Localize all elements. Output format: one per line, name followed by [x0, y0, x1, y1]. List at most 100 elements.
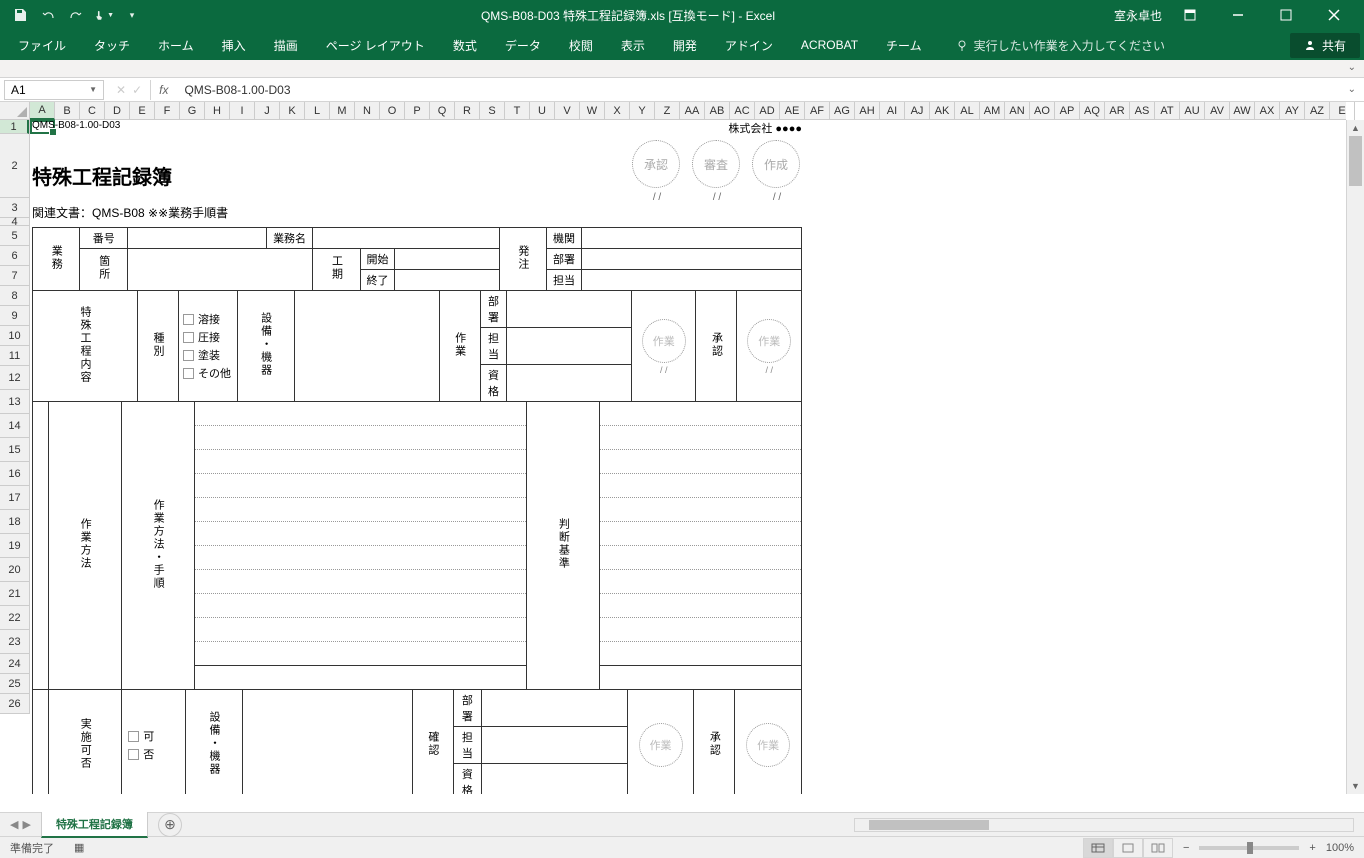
checkbox-hi[interactable]: 否 [128, 745, 179, 763]
tell-me-search[interactable]: 実行したい作業を入力してください [956, 37, 1165, 54]
formula-expand-icon[interactable]: ⌄ [1340, 84, 1364, 95]
row-header[interactable]: 17 [0, 486, 29, 510]
row-header[interactable]: 21 [0, 582, 29, 606]
row-header[interactable]: 8 [0, 286, 29, 306]
col-header[interactable]: D [105, 102, 130, 120]
row-header[interactable]: 6 [0, 246, 29, 266]
row-header[interactable]: 4 [0, 218, 29, 226]
row-header[interactable]: 18 [0, 510, 29, 534]
col-header[interactable]: H [205, 102, 230, 120]
row-header[interactable]: 1 [0, 120, 29, 134]
view-page-layout-icon[interactable] [1113, 838, 1143, 858]
col-header[interactable]: AE [780, 102, 805, 120]
col-header[interactable]: P [405, 102, 430, 120]
undo-icon[interactable] [38, 5, 58, 25]
col-header[interactable]: AV [1205, 102, 1230, 120]
ribbon-tab-開発[interactable]: 開発 [659, 30, 711, 60]
checkbox-圧接[interactable]: 圧接 [183, 328, 233, 346]
cancel-formula-icon[interactable]: ✕ [116, 83, 126, 97]
touch-mode-icon[interactable]: ▼ [94, 5, 114, 25]
column-headers[interactable]: ABCDEFGHIJKLMNOPQRSTUVWXYZAAABACADAEAFAG… [30, 102, 1346, 120]
col-header[interactable]: U [530, 102, 555, 120]
col-header[interactable]: AF [805, 102, 830, 120]
col-header[interactable]: W [580, 102, 605, 120]
col-header[interactable]: B [55, 102, 80, 120]
col-header[interactable]: AN [1005, 102, 1030, 120]
col-header[interactable]: L [305, 102, 330, 120]
zoom-in-icon[interactable]: + [1309, 842, 1315, 854]
row-header[interactable]: 2 [0, 134, 29, 198]
ribbon-tab-描画[interactable]: 描画 [260, 30, 312, 60]
vertical-scrollbar[interactable]: ▲ ▼ [1346, 120, 1364, 794]
zoom-level[interactable]: 100% [1326, 842, 1354, 854]
col-header[interactable]: Y [630, 102, 655, 120]
close-icon[interactable] [1314, 1, 1354, 29]
col-header[interactable]: AX [1255, 102, 1280, 120]
name-box[interactable]: A1 ▼ [4, 80, 104, 100]
ribbon-tab-校閲[interactable]: 校閲 [555, 30, 607, 60]
col-header[interactable]: AS [1130, 102, 1155, 120]
col-header[interactable]: AZ [1305, 102, 1330, 120]
scroll-thumb[interactable] [1349, 136, 1362, 186]
col-header[interactable]: AU [1180, 102, 1205, 120]
horizontal-scrollbar[interactable] [854, 818, 1354, 832]
add-sheet-button[interactable]: ⊕ [158, 813, 182, 837]
enter-formula-icon[interactable]: ✓ [132, 83, 142, 97]
col-header[interactable]: AR [1105, 102, 1130, 120]
zoom-slider[interactable] [1199, 846, 1299, 850]
ribbon-tab-ページ レイアウト[interactable]: ページ レイアウト [312, 30, 439, 60]
col-header[interactable]: S [480, 102, 505, 120]
ribbon-tab-ファイル[interactable]: ファイル [4, 30, 80, 60]
qat-customize-icon[interactable]: ▾ [122, 5, 142, 25]
row-header[interactable]: 11 [0, 346, 29, 366]
row-header[interactable]: 5 [0, 226, 29, 246]
macro-icon[interactable]: ▦ [74, 841, 84, 854]
col-header[interactable]: V [555, 102, 580, 120]
col-header[interactable]: AL [955, 102, 980, 120]
col-header[interactable]: R [455, 102, 480, 120]
col-header[interactable]: AA [680, 102, 705, 120]
share-button[interactable]: 共有 [1290, 33, 1360, 58]
hscroll-thumb[interactable] [869, 820, 989, 830]
col-header[interactable]: AC [730, 102, 755, 120]
col-header[interactable]: AT [1155, 102, 1180, 120]
ribbon-tab-数式[interactable]: 数式 [439, 30, 491, 60]
col-header[interactable]: AJ [905, 102, 930, 120]
row-header[interactable]: 24 [0, 654, 29, 674]
col-header[interactable]: J [255, 102, 280, 120]
user-name[interactable]: 室永卓也 [1114, 7, 1162, 24]
zoom-out-icon[interactable]: − [1183, 842, 1189, 854]
col-header[interactable]: E [1330, 102, 1355, 120]
scroll-down-icon[interactable]: ▼ [1347, 778, 1364, 794]
checkbox-溶接[interactable]: 溶接 [183, 310, 233, 328]
col-header[interactable]: AH [855, 102, 880, 120]
col-header[interactable]: AG [830, 102, 855, 120]
ribbon-tab-ACROBAT[interactable]: ACROBAT [787, 30, 872, 60]
row-header[interactable]: 9 [0, 306, 29, 326]
redo-icon[interactable] [66, 5, 86, 25]
col-header[interactable]: AM [980, 102, 1005, 120]
col-header[interactable]: AQ [1080, 102, 1105, 120]
checkbox-ka[interactable]: 可 [128, 727, 179, 745]
row-header[interactable]: 7 [0, 266, 29, 286]
chevron-down-icon[interactable]: ▼ [89, 85, 97, 94]
row-header[interactable]: 16 [0, 462, 29, 486]
col-header[interactable]: AY [1280, 102, 1305, 120]
ribbon-options-icon[interactable] [1170, 1, 1210, 29]
grid[interactable]: QMS-B08-1.00-D03 株式会社 ●●●● 特殊工程記録簿 承認/ /… [30, 120, 1346, 794]
col-header[interactable]: Z [655, 102, 680, 120]
tab-navigation[interactable]: ◀▶ [0, 818, 41, 831]
col-header[interactable]: AD [755, 102, 780, 120]
col-header[interactable]: AP [1055, 102, 1080, 120]
col-header[interactable]: AW [1230, 102, 1255, 120]
col-header[interactable]: O [380, 102, 405, 120]
row-header[interactable]: 22 [0, 606, 29, 630]
ribbon-tab-タッチ[interactable]: タッチ [80, 30, 144, 60]
col-header[interactable]: AO [1030, 102, 1055, 120]
row-header[interactable]: 15 [0, 438, 29, 462]
col-header[interactable]: AK [930, 102, 955, 120]
col-header[interactable]: AI [880, 102, 905, 120]
col-header[interactable]: X [605, 102, 630, 120]
row-header[interactable]: 10 [0, 326, 29, 346]
col-header[interactable]: F [155, 102, 180, 120]
